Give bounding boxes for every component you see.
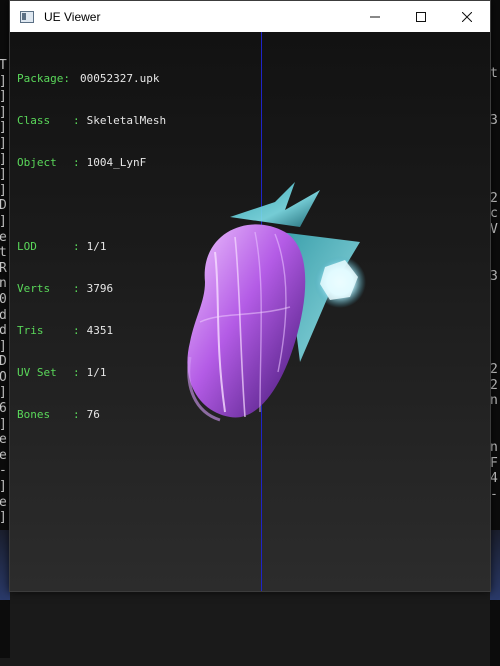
mesh-info-overlay: Package: 00052327.upk Class: SkeletalMesh … [17,44,166,450]
info-tris: Tris:4351 [17,324,114,337]
minimize-icon [370,16,380,17]
ue-viewer-window: UE Viewer Package: 00052327.upk Class: Ske… [9,0,491,592]
console-glyph [490,97,500,113]
console-glyph: 3 [490,268,498,284]
app-icon [20,10,34,23]
console-glyph [490,160,500,176]
console-glyph [490,409,500,425]
background-taskbar-right [490,530,500,600]
console-glyph: 4 [490,471,498,487]
console-glyph [490,300,500,316]
info-class: Class: SkeletalMesh [17,114,167,127]
console-glyph [490,347,500,363]
close-button[interactable] [444,1,490,32]
console-glyph: V [490,221,498,237]
hair-mesh-model [187,182,366,422]
info-lod: LOD:1/1 [17,240,107,253]
close-icon [462,11,472,22]
console-glyph: 2 [490,377,498,393]
info-object: Object:1004_LynF [17,156,147,169]
console-glyph: n [490,440,498,456]
console-glyph: 2 [490,362,498,378]
console-glyph [490,331,500,347]
console-glyph [490,128,500,144]
console-glyph [490,425,500,441]
console-glyph [490,253,500,269]
maximize-icon [416,11,426,22]
info-package: Package: 00052327.upk [17,72,160,85]
console-glyph [490,82,500,98]
console-glyph: 3 [490,112,498,128]
info-verts: Verts:3796 [17,282,114,295]
title-bar[interactable]: UE Viewer [10,1,490,32]
console-glyph [490,238,500,254]
console-glyph: c [490,206,498,222]
window-title: UE Viewer [44,9,101,24]
console-glyph [490,284,500,300]
console-glyph: t [490,66,498,81]
minimize-button[interactable] [352,1,398,32]
console-glyph: - [490,487,498,503]
console-glyph [490,316,500,332]
console-glyph [490,144,500,160]
maximize-button[interactable] [398,1,444,32]
info-uvset: UV Set:1/1 [17,366,107,379]
console-glyph [490,175,500,191]
console-glyph: F [490,455,498,471]
console-glyph: 2 [490,190,498,206]
3d-viewport[interactable]: Package: 00052327.upk Class: SkeletalMesh … [10,32,490,591]
console-glyph: n [490,393,498,409]
info-bones: Bones:76 [17,408,100,421]
